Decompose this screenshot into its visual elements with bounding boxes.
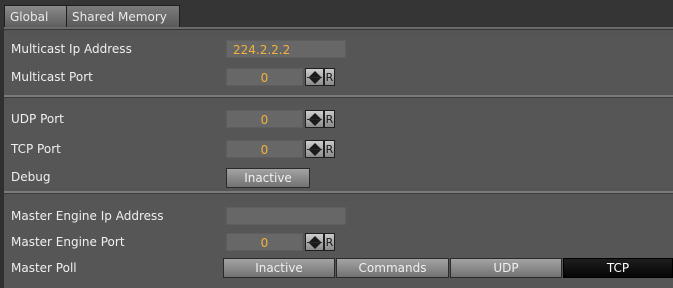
ports-section: UDP Port 0 R TCP Port 0 R Debug Inactive — [4, 104, 673, 188]
debug-label: Debug — [11, 170, 51, 184]
settings-panel: Multicast Ip Address 224.2.2.2 Multicast… — [4, 30, 673, 288]
multicast-port-label: Multicast Port — [11, 70, 93, 84]
master-poll-tcp-button[interactable]: TCP — [563, 258, 673, 278]
tcp-port-spinner-icon[interactable] — [305, 140, 324, 158]
master-engine-ip-field[interactable] — [226, 207, 346, 225]
udp-port-label: UDP Port — [11, 112, 64, 126]
debug-toggle-button[interactable]: Inactive — [226, 168, 310, 188]
multicast-port-field[interactable]: 0 — [226, 68, 303, 86]
tab-shared-memory[interactable]: Shared Memory — [66, 5, 180, 27]
master-engine-port-field[interactable]: 0 — [226, 233, 303, 251]
master-engine-section: Master Engine Ip Address Master Engine P… — [4, 201, 673, 288]
master-engine-port-spinner-icon[interactable] — [305, 233, 324, 251]
tcp-port-reset-button[interactable]: R — [324, 140, 335, 158]
master-poll-label: Master Poll — [11, 261, 77, 275]
tcp-port-label: TCP Port — [11, 142, 61, 156]
master-poll-commands-button[interactable]: Commands — [336, 258, 449, 278]
master-engine-port-reset-button[interactable]: R — [324, 233, 335, 251]
multicast-ip-field[interactable]: 224.2.2.2 — [226, 40, 346, 58]
multicast-port-reset-button[interactable]: R — [324, 68, 335, 86]
master-engine-port-label: Master Engine Port — [11, 235, 125, 249]
udp-port-field[interactable]: 0 — [226, 110, 303, 128]
multicast-port-spinner-icon[interactable] — [305, 68, 324, 86]
udp-port-reset-button[interactable]: R — [324, 110, 335, 128]
master-poll-udp-button[interactable]: UDP — [450, 258, 562, 278]
master-poll-inactive-button[interactable]: Inactive — [223, 258, 335, 278]
multicast-section: Multicast Ip Address 224.2.2.2 Multicast… — [4, 36, 673, 94]
section-divider — [4, 95, 673, 98]
tab-divider — [4, 27, 673, 29]
tab-bar: Global Shared Memory — [0, 0, 673, 30]
tab-global[interactable]: Global — [4, 5, 67, 27]
tcp-port-field[interactable]: 0 — [226, 140, 303, 158]
udp-port-spinner-icon[interactable] — [305, 110, 324, 128]
section-divider — [4, 191, 673, 194]
multicast-ip-label: Multicast Ip Address — [11, 42, 132, 56]
master-engine-ip-label: Master Engine Ip Address — [11, 209, 164, 223]
